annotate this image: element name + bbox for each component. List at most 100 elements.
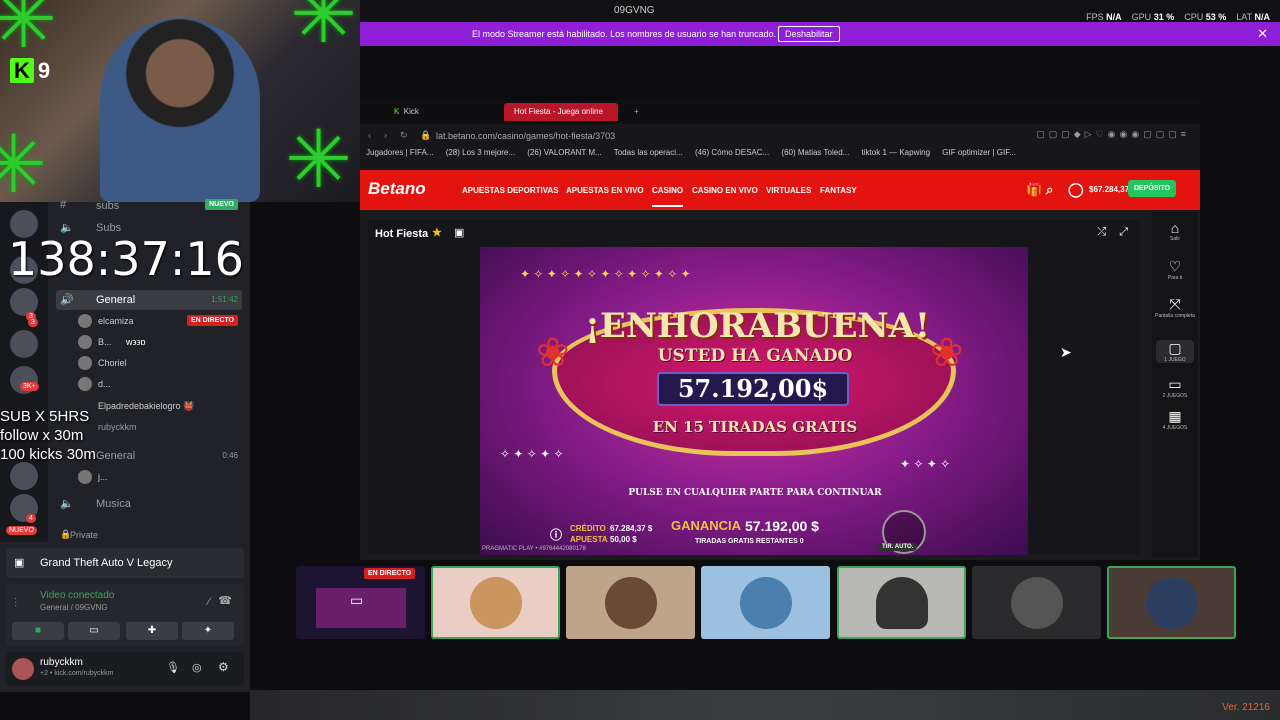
nav-virtuals[interactable]: VIRTUALES bbox=[766, 186, 811, 195]
balance[interactable]: $67.284,37 bbox=[1089, 185, 1129, 194]
side-one-game[interactable]: ▢ 1 JUEGO bbox=[1156, 340, 1194, 363]
kick-logo-icon: K bbox=[394, 107, 400, 116]
screen-share-icon: ▭ bbox=[350, 592, 364, 608]
home-icon: ⌂ bbox=[1170, 220, 1180, 236]
close-icon[interactable]: ✕ bbox=[1257, 26, 1268, 42]
bookmarks-bar: Jugadores | FIFA... (28) Los 3 mejore...… bbox=[360, 148, 1200, 168]
account-icon[interactable]: ◯ bbox=[1068, 181, 1084, 198]
soundboard-button[interactable]: ✦ bbox=[182, 622, 234, 640]
channel-musica[interactable]: 🔈 Musica bbox=[56, 494, 242, 514]
continue-prompt[interactable]: PULSE EN CUALQUIER PARTE PARA CONTINUAR bbox=[600, 488, 910, 498]
new-tab-button[interactable]: + bbox=[624, 103, 649, 121]
server-icon[interactable] bbox=[10, 462, 38, 490]
bookmark[interactable]: Todas las operaci... bbox=[614, 148, 683, 157]
voice-status: Video conectado bbox=[40, 590, 115, 601]
disconnect-icon[interactable]: ☎ bbox=[218, 594, 232, 607]
settings-icon[interactable]: ⚙ bbox=[218, 660, 229, 674]
side-fullscreen[interactable]: ⤧ Pantalla completa bbox=[1152, 296, 1198, 319]
bookmark[interactable]: tiktok 1 — Kapwing bbox=[862, 148, 930, 157]
flower-icon: ❀ bbox=[536, 331, 570, 375]
headphones-icon[interactable]: ◎ bbox=[192, 661, 202, 674]
voice-member[interactable]: elcamiza EN DIRECTO bbox=[78, 312, 242, 332]
game-activity-name: Grand Theft Auto V Legacy bbox=[40, 557, 173, 569]
participant-tile[interactable] bbox=[566, 566, 695, 639]
disable-streamer-button[interactable]: Deshabilitar bbox=[778, 26, 840, 42]
nav-live[interactable]: APUESTAS EN VIVO bbox=[566, 186, 644, 195]
participant-tile[interactable] bbox=[701, 566, 830, 639]
participant-tile[interactable] bbox=[837, 566, 966, 639]
autoplay-button[interactable]: TIR. AUTO. bbox=[878, 543, 918, 551]
activities-button[interactable]: ✚ bbox=[126, 622, 178, 640]
nav-fantasy[interactable]: FANTASY bbox=[820, 186, 857, 195]
betano-logo[interactable]: Betano bbox=[368, 179, 426, 199]
participant-tile-stream[interactable]: EN DIRECTO ▭ bbox=[296, 566, 425, 639]
voice-member[interactable]: j... bbox=[78, 468, 242, 488]
confetti-icon: ✦ ✧ ✦ ✧ ✦ ✧ ✦ ✧ ✦ ✧ ✦ ✧ ✦ bbox=[520, 267, 691, 281]
bookmark[interactable]: (60) Matias Toled... bbox=[781, 148, 849, 157]
game-icon: ▣ bbox=[14, 557, 25, 569]
server-badge: 4 bbox=[26, 514, 36, 523]
voice-member[interactable]: d... bbox=[78, 375, 242, 395]
tab-kick[interactable]: K Kick bbox=[384, 103, 429, 121]
participant-tile[interactable] bbox=[1107, 566, 1236, 639]
url-field[interactable]: lat.betano.com/casino/games/hot-fiesta/3… bbox=[436, 131, 615, 141]
live-badge: EN DIRECTO bbox=[186, 315, 238, 326]
camera-button[interactable]: ■ bbox=[12, 622, 64, 640]
info-icon[interactable]: ⓘ bbox=[550, 526, 562, 543]
channel-subs[interactable]: # subs NUEVO bbox=[56, 196, 242, 216]
voice-member[interactable]: Choriel bbox=[78, 354, 242, 374]
voice-channel: General / 09GVNG bbox=[40, 603, 108, 612]
expand-icon[interactable]: ⤢ bbox=[1119, 226, 1128, 239]
deposit-button[interactable]: DEPÓSITO bbox=[1128, 180, 1177, 197]
member-status: w϶϶ɒ bbox=[126, 337, 146, 347]
game-activity[interactable]: ▣ Grand Theft Auto V Legacy bbox=[6, 548, 244, 578]
nav-sports[interactable]: APUESTAS DEPORTIVAS bbox=[462, 186, 559, 195]
side-two-games[interactable]: ▭ 2 JUEGOS bbox=[1152, 376, 1198, 399]
avatar bbox=[469, 576, 522, 629]
gift-icon[interactable]: ▣ bbox=[454, 226, 464, 239]
signal-icon: ⫶ bbox=[14, 596, 18, 610]
screen-share-icon: ▭ bbox=[89, 625, 99, 636]
side-favorite[interactable]: ♡ Para ti bbox=[1152, 258, 1198, 281]
avatar[interactable] bbox=[12, 658, 34, 680]
search-icon[interactable]: ⌕ bbox=[1046, 182, 1053, 198]
participant-tile[interactable] bbox=[431, 566, 560, 639]
side-four-games[interactable]: ▦ 4 JUEGOS bbox=[1152, 408, 1198, 431]
star-icon[interactable]: ★ bbox=[432, 226, 442, 239]
flower-icon: ❀ bbox=[930, 331, 964, 375]
user-panel: rubyckkm +2 • kick.com/rubyckkm 🎙 ◎ ⚙ bbox=[6, 652, 244, 686]
microphone-icon[interactable]: 🎙 bbox=[166, 661, 180, 674]
participant-tile[interactable] bbox=[972, 566, 1101, 639]
reload-icon[interactable]: ↻ bbox=[400, 130, 408, 141]
live-badge: EN DIRECTO bbox=[364, 568, 416, 579]
bookmark[interactable]: (46) Cómo DESAC... bbox=[695, 148, 769, 157]
bookmark[interactable]: (26) VALORANT M... bbox=[527, 148, 601, 157]
nav-live-casino[interactable]: CASINO EN VIVO bbox=[692, 186, 758, 195]
extension-icons[interactable]: ▢▢▢◆▷♡◉◉◉▢▢▢≡ bbox=[1036, 129, 1190, 140]
tab-hot-fiesta[interactable]: Hot Fiesta - Juega online bbox=[504, 103, 618, 121]
forward-icon[interactable]: › bbox=[384, 130, 387, 140]
avatar bbox=[78, 377, 92, 391]
bookmark[interactable]: GIF optimizer | GIF... bbox=[942, 148, 1016, 157]
leaf-decoration: ✳ bbox=[285, 115, 353, 202]
shuffle-icon[interactable]: ⤮ bbox=[1097, 226, 1106, 239]
category-private[interactable]: 🔒 Private bbox=[56, 526, 242, 546]
hash-icon: # bbox=[60, 199, 67, 211]
nav-casino[interactable]: CASINO bbox=[652, 186, 684, 207]
voice-member[interactable]: rubyckkm bbox=[78, 418, 242, 438]
confetti-icon: ✦ ✧ ✦ ✧ bbox=[900, 457, 951, 471]
leaf-decoration: ✳ bbox=[0, 120, 48, 203]
noise-icon[interactable]: ⁄ bbox=[208, 596, 210, 608]
channel-general[interactable]: 🔊 General 1:51:42 bbox=[56, 290, 242, 310]
bookmark[interactable]: (28) Los 3 mejore... bbox=[446, 148, 515, 157]
back-icon[interactable]: ‹ bbox=[368, 130, 371, 140]
voice-member[interactable]: B... w϶϶ɒ bbox=[78, 333, 242, 353]
channel-general-2[interactable]: General 0:46 bbox=[56, 446, 242, 466]
server-icon[interactable] bbox=[10, 330, 38, 358]
bookmark[interactable]: Jugadores | FIFA... bbox=[366, 148, 433, 157]
gift-icon[interactable]: 🎁 bbox=[1026, 182, 1042, 198]
voice-member[interactable]: Elpadredebakielogro 👹 bbox=[78, 397, 242, 417]
screen-share-button[interactable]: ▭ bbox=[68, 622, 120, 640]
side-home[interactable]: ⌂ Salir bbox=[1152, 220, 1198, 242]
speaker-icon: 🔈 bbox=[60, 498, 74, 510]
